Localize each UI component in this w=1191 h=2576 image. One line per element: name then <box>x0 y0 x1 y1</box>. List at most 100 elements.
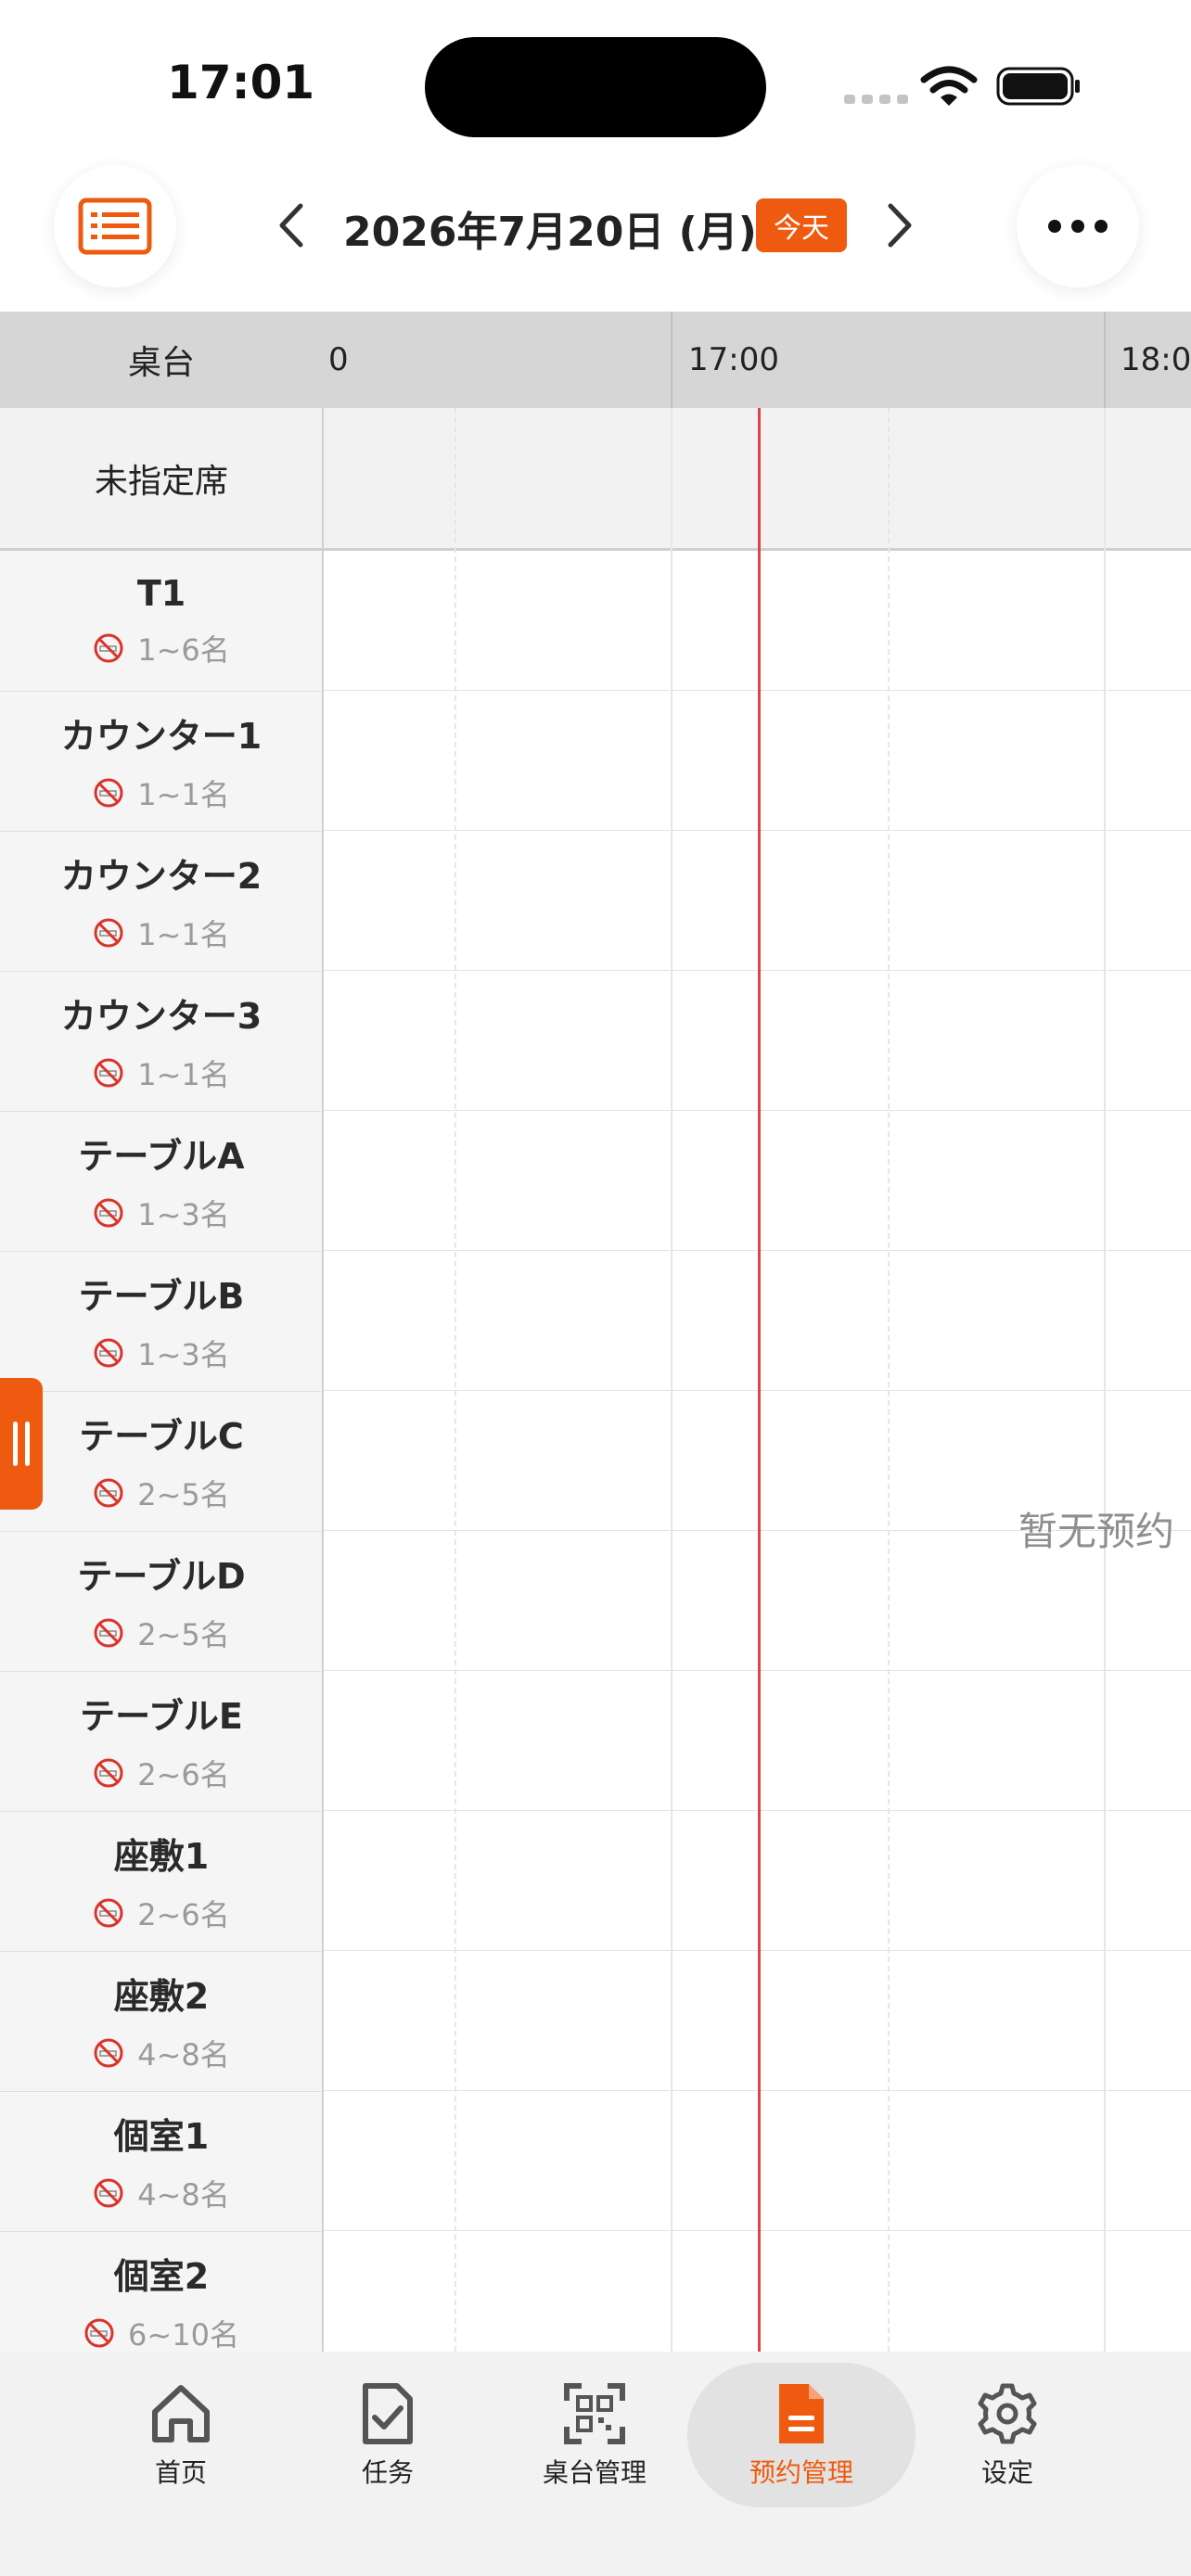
table-capacity: 6~10名 <box>83 2312 239 2354</box>
table-row[interactable]: カウンター1 1~1名 <box>0 691 323 832</box>
hour-divider <box>1104 312 1106 408</box>
more-button[interactable] <box>1017 165 1139 287</box>
reservation-list-button[interactable] <box>54 165 176 287</box>
table-row[interactable]: T1 1~6名 <box>0 551 323 692</box>
no-smoking-icon <box>94 1758 123 1788</box>
empty-state-text: 暂无预约 <box>1018 1509 1175 1554</box>
unassigned-label: 未指定席 <box>94 463 228 501</box>
drawer-handle[interactable] <box>0 1378 43 1510</box>
current-date[interactable]: 2026年7月20日 (月) <box>343 198 757 258</box>
document-icon <box>779 2384 824 2443</box>
table-capacity: 1~1名 <box>93 772 230 814</box>
table-row[interactable]: テーブルC 2~5名 <box>0 1391 323 1532</box>
capacity-text: 2~6名 <box>137 1757 230 1792</box>
capacity-text: 1~1名 <box>137 1057 230 1092</box>
table-name: テーブルC <box>79 1416 244 1457</box>
grip-icon <box>25 1422 30 1466</box>
nav-table-management[interactable]: 桌台管理 <box>480 2363 709 2507</box>
no-smoking-icon <box>84 2318 114 2348</box>
table-name: カウンター2 <box>60 856 263 897</box>
capacity-text: 4~8名 <box>137 2177 230 2213</box>
no-smoking-icon <box>94 1198 123 1228</box>
no-smoking-icon <box>94 1618 123 1648</box>
nav-label: 预约管理 <box>749 2457 853 2488</box>
capacity-text: 2~5名 <box>137 1477 230 1512</box>
table-capacity: 1~3名 <box>93 1192 230 1234</box>
table-row[interactable]: テーブルA 1~3名 <box>0 1111 323 1252</box>
nav-label: 桌台管理 <box>542 2457 647 2488</box>
row-divider <box>323 1810 1191 1811</box>
capacity-text: 4~8名 <box>137 2037 230 2072</box>
row-divider <box>323 2090 1191 2091</box>
nav-settings[interactable]: 设定 <box>893 2363 1121 2507</box>
half-hour-line <box>888 408 890 2352</box>
table-capacity: 1~6名 <box>93 627 230 670</box>
table-row[interactable]: テーブルE 2~6名 <box>0 1671 323 1812</box>
table-name: 座敷2 <box>113 1976 210 2017</box>
time-label: 18:0 <box>1121 341 1191 378</box>
table-row[interactable]: カウンター2 1~1名 <box>0 831 323 972</box>
table-row[interactable]: 座敷1 2~6名 <box>0 1811 323 1952</box>
no-smoking-icon <box>94 1478 123 1508</box>
row-divider <box>323 1670 1191 1671</box>
no-smoking-icon <box>94 918 123 948</box>
capacity-text: 6~10名 <box>128 2317 239 2353</box>
capacity-text: 1~3名 <box>137 1337 230 1372</box>
chevron-left-icon[interactable] <box>271 198 312 252</box>
cellular-signal-icon <box>844 95 908 104</box>
row-divider <box>323 690 1191 691</box>
table-name: カウンター1 <box>60 716 263 757</box>
grip-icon <box>13 1422 18 1466</box>
table-row[interactable]: 座敷2 4~8名 <box>0 1951 323 2092</box>
list-icon <box>78 198 152 255</box>
row-divider <box>323 1390 1191 1391</box>
table-capacity: 1~1名 <box>93 1052 230 1094</box>
capacity-text: 1~1名 <box>137 917 230 952</box>
table-name: 個室1 <box>113 2116 210 2157</box>
nav-home[interactable]: 首页 <box>67 2363 295 2507</box>
no-smoking-icon <box>94 633 123 662</box>
table-capacity: 2~6名 <box>93 1752 230 1794</box>
table-name: カウンター3 <box>60 996 263 1037</box>
table-name: T1 <box>136 572 186 614</box>
no-smoking-icon <box>94 1058 123 1088</box>
nav-reservation-management[interactable]: 预约管理 <box>687 2363 916 2507</box>
table-capacity: 4~8名 <box>93 2172 230 2214</box>
table-capacity: 2~6名 <box>93 1892 230 1934</box>
table-row[interactable]: 個室1 4~8名 <box>0 2091 323 2232</box>
table-name: テーブルE <box>80 1696 243 1737</box>
table-row[interactable]: テーブルB 1~3名 <box>0 1251 323 1392</box>
gear-icon <box>978 2383 1037 2444</box>
column-divider <box>322 408 324 2352</box>
battery-icon <box>996 67 1080 106</box>
row-divider <box>323 2230 1191 2231</box>
task-check-icon <box>363 2383 413 2444</box>
table-row[interactable]: テーブルD 2~5名 <box>0 1531 323 1672</box>
hour-divider <box>671 312 672 408</box>
no-smoking-icon <box>94 1338 123 1368</box>
row-divider <box>323 1250 1191 1251</box>
table-name: テーブルA <box>78 1136 245 1177</box>
time-label: 17:00 <box>688 341 779 378</box>
current-time-line <box>758 408 761 2352</box>
capacity-text: 1~6名 <box>137 631 230 668</box>
more-icon <box>1048 220 1108 233</box>
half-hour-line <box>455 408 456 2352</box>
today-button[interactable]: 今天 <box>756 198 847 252</box>
table-row[interactable]: カウンター3 1~1名 <box>0 971 323 1112</box>
hour-line <box>1104 408 1106 2352</box>
nav-tasks[interactable]: 任务 <box>274 2363 502 2507</box>
table-capacity: 4~8名 <box>93 2032 230 2074</box>
row-divider <box>323 1110 1191 1111</box>
table-name: 個室2 <box>113 2256 210 2297</box>
capacity-text: 2~6名 <box>137 1897 230 1932</box>
chevron-right-icon[interactable] <box>879 198 920 252</box>
nav-label: 首页 <box>154 2457 207 2488</box>
no-smoking-icon <box>94 1898 123 1928</box>
qr-scan-icon <box>564 2383 625 2444</box>
table-name: テーブルB <box>78 1276 245 1317</box>
capacity-text: 2~5名 <box>137 1617 230 1652</box>
home-icon <box>152 2385 210 2442</box>
dynamic-island <box>425 37 766 137</box>
row-divider <box>323 1950 1191 1951</box>
